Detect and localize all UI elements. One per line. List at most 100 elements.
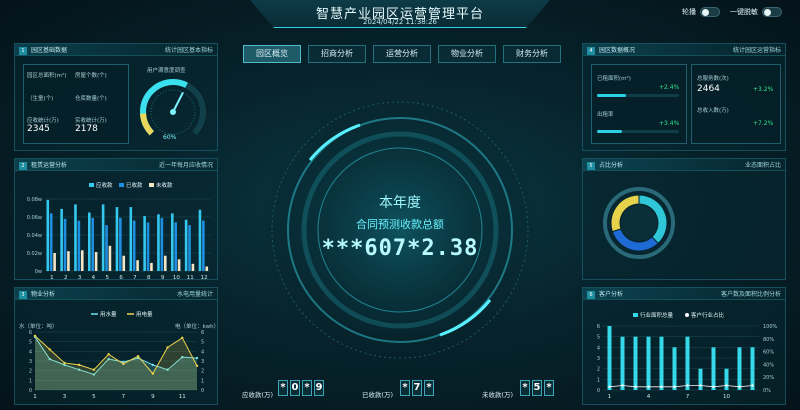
panel-property-analysis: 3 物业分析 水电用量统计 水（单位：吨） 电（单位：kwh） 001122334… xyxy=(14,287,219,405)
legend-swatch xyxy=(633,313,638,317)
x-tick-label: 2 xyxy=(64,275,68,281)
bar-industry-area xyxy=(620,336,625,390)
y-right-tick-label: 6 xyxy=(201,330,204,336)
y-right-tick-label: 20% xyxy=(763,375,774,381)
tab-finance-analysis[interactable]: 财务分析 xyxy=(503,45,561,63)
bar-unreceived xyxy=(136,260,139,271)
y-tick-label: 0 xyxy=(597,388,600,394)
y-right-tick-label: 80% xyxy=(763,337,774,343)
total-income-label: 总收入数(万) xyxy=(697,108,729,114)
x-tick-label: 1 xyxy=(608,394,612,400)
desensitize-label: 一键脱敏 xyxy=(730,8,758,16)
point-industry-share xyxy=(751,384,754,387)
point-power xyxy=(151,372,155,375)
y-right-tick-label: 4 xyxy=(201,349,204,355)
x-tick-label: 9 xyxy=(161,275,165,281)
stat-label: 园区总面积(m²) xyxy=(27,73,67,79)
point-power xyxy=(166,346,169,349)
x-tick-label: 9 xyxy=(151,394,155,400)
point-power xyxy=(181,336,184,339)
point-power xyxy=(195,364,199,368)
y-tick-label: 2 xyxy=(29,369,32,375)
y-tick-label: 2 xyxy=(597,367,600,373)
point-power xyxy=(77,363,81,367)
bar-unreceived xyxy=(122,255,126,271)
x-tick-label: 1 xyxy=(50,275,54,281)
business-area-donut xyxy=(603,187,675,259)
received-counter-label: 已收款(万) xyxy=(362,391,394,399)
carousel-toggle[interactable] xyxy=(700,7,720,17)
panel-subtitle: 统计园区运营指标 xyxy=(732,47,781,54)
y-right-tick-label: 40% xyxy=(763,362,774,368)
panel-title: 园区基础数据 xyxy=(31,46,68,54)
bar-receivable xyxy=(115,207,119,271)
leased-area-bar-fill xyxy=(597,94,626,97)
legend-label: 已收款 xyxy=(126,181,143,189)
point-industry-share xyxy=(725,384,728,387)
stat-label: 仓库数量(个) xyxy=(75,96,107,102)
y-right-tick-label: 60% xyxy=(763,350,774,356)
x-tick-label: 10 xyxy=(173,275,180,281)
line-industry-share xyxy=(609,385,753,388)
bar-received xyxy=(202,220,205,271)
panel-subtitle: 水电用量统计 xyxy=(176,291,213,298)
x-tick-label: 7 xyxy=(122,394,126,400)
point-power xyxy=(107,353,110,356)
received-digit: 7 xyxy=(412,380,422,396)
panel-number: 1 xyxy=(19,46,27,55)
y-tick-label: 6 xyxy=(597,324,600,330)
x-tick-label: 4 xyxy=(92,275,96,281)
occupancy-rate-label: 出租率 xyxy=(597,112,614,118)
point-industry-share xyxy=(686,384,689,387)
legend-label: 应收款 xyxy=(96,181,113,189)
x-tick-label: 5 xyxy=(92,394,96,400)
legend-label: 用电量 xyxy=(136,310,153,318)
legend-swatch xyxy=(149,183,154,187)
tab-park-overview[interactable]: 园区概览 xyxy=(243,45,301,63)
x-tick-label: 10 xyxy=(723,394,730,400)
legend-swatch xyxy=(89,183,94,187)
unreceived-counter-label: 未收款(万) xyxy=(482,391,514,399)
gauge-title: 用户满意度调查 xyxy=(147,68,186,74)
customer-chart: 01234560%20%40%60%80%100%1 4 7 10行业面积总量 客户行业… xyxy=(597,311,778,400)
y-tick-label: 4 xyxy=(29,349,32,355)
y-tick-label: 1 xyxy=(29,378,32,384)
panel-subtitle: 业态面积占比 xyxy=(744,162,781,169)
bar-unreceived xyxy=(108,245,112,271)
desensitize-toggle[interactable] xyxy=(762,7,782,17)
bar-received xyxy=(132,220,136,271)
point-industry-share xyxy=(634,385,637,388)
panel-park-basic-data: 1 园区基础数据 统计园区基本指标 园区总面积(m²) 房屋个数(个) （生童(个… xyxy=(14,43,218,151)
bar-received xyxy=(160,217,164,271)
bar-received xyxy=(105,225,108,271)
point-power xyxy=(33,334,37,338)
panel-title: 占比分析 xyxy=(599,161,624,169)
leased-area-bar xyxy=(597,94,679,97)
legend-swatch xyxy=(685,313,689,317)
panel-subtitle: 近一年每月应收情况 xyxy=(158,162,213,169)
x-tick-label: 6 xyxy=(119,275,123,281)
tab-property-analysis[interactable]: 物业分析 xyxy=(438,45,496,63)
x-tick-label: 11 xyxy=(179,394,186,400)
bar-industry-area xyxy=(633,336,638,390)
leased-area-label: 已租面积(m²) xyxy=(597,76,631,82)
x-tick-label: 7 xyxy=(133,275,137,281)
bar-received xyxy=(49,213,53,271)
y-tick-label: 6 xyxy=(29,330,32,336)
center-forecast-amount: ***607*2.38 xyxy=(321,236,479,261)
bar-industry-area xyxy=(750,347,755,390)
bar-industry-area xyxy=(607,326,612,390)
bar-industry-area xyxy=(698,368,703,390)
y-right-tick-label: 0 xyxy=(201,388,204,394)
carousel-label: 轮播 xyxy=(682,8,696,16)
received-digit: * xyxy=(400,380,410,396)
y-right-tick-label: 100% xyxy=(763,324,778,330)
bar-receivable xyxy=(101,204,105,271)
panel-title: 租赁运营分析 xyxy=(31,161,68,169)
bar-industry-area xyxy=(685,336,690,390)
bar-industry-area xyxy=(724,368,729,390)
tab-operation-analysis[interactable]: 运营分析 xyxy=(373,45,431,63)
bar-receivable xyxy=(129,207,133,271)
legend-label: 未收款 xyxy=(156,181,173,189)
tab-investment-analysis[interactable]: 招商分析 xyxy=(308,45,366,63)
